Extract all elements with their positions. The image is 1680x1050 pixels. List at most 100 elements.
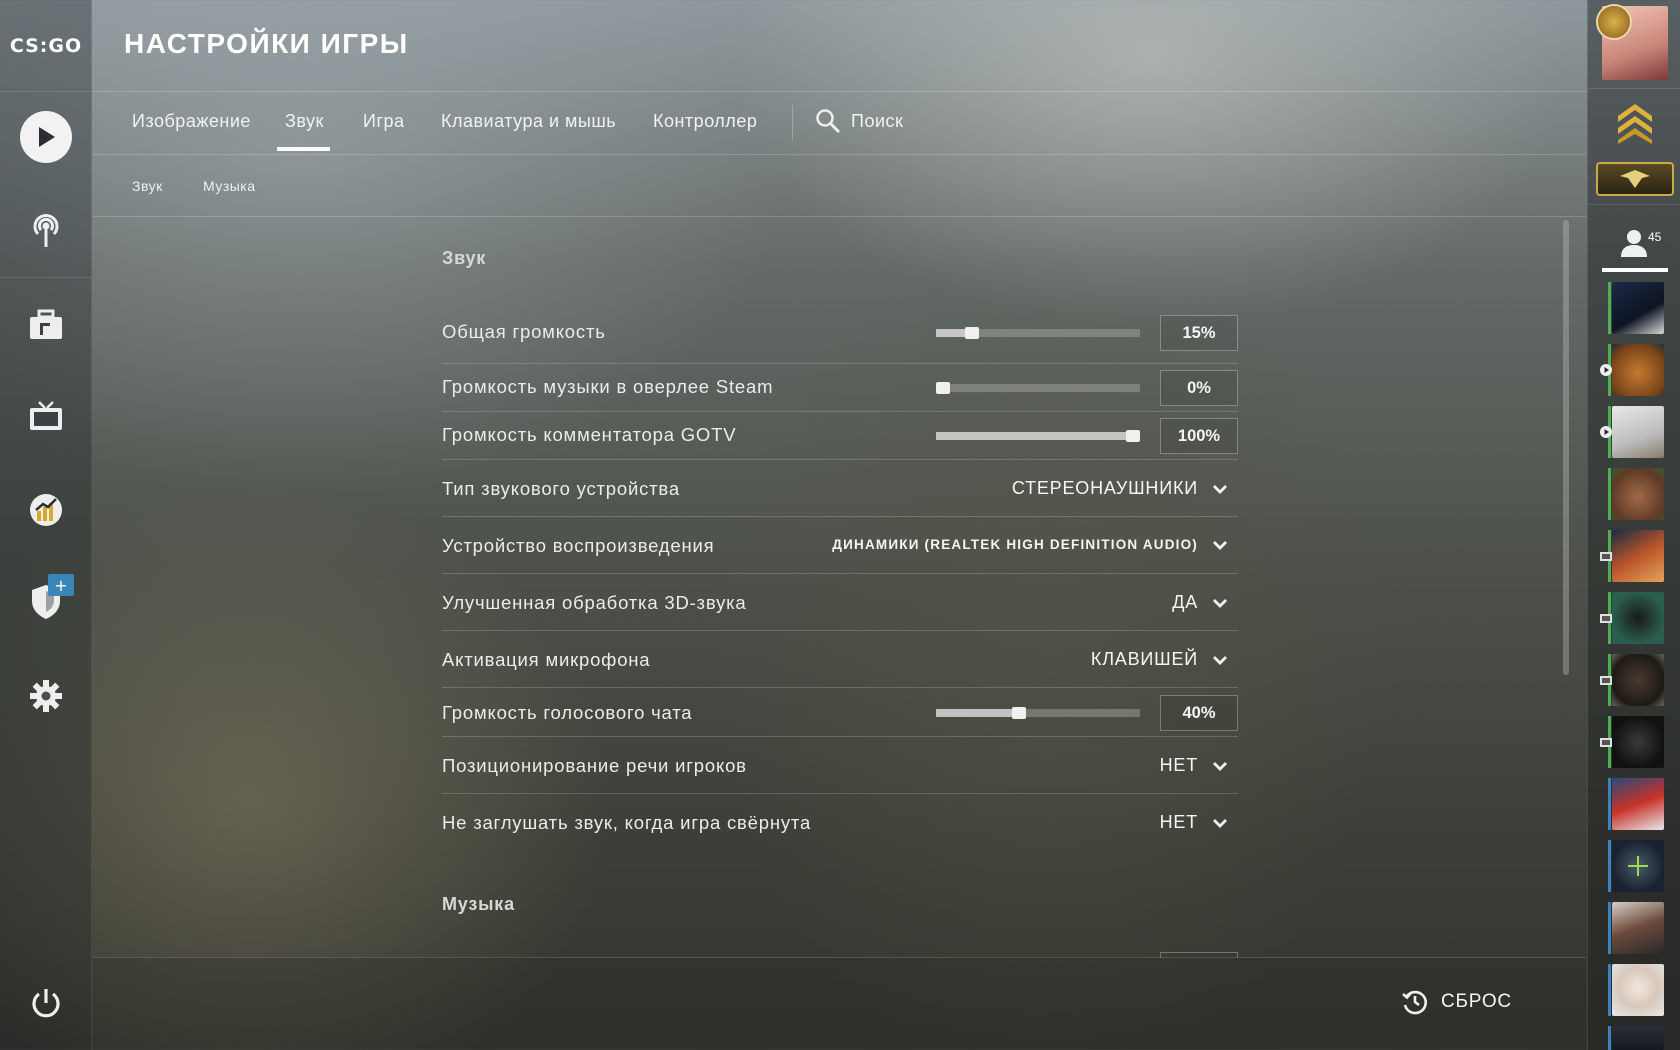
reset-button[interactable]: СБРОС [1401,988,1512,1016]
enhanced-3d-dropdown[interactable]: ДА [1172,592,1228,613]
row-label: Громкость музыки в оверлее Steam [442,376,774,397]
friend-avatar[interactable] [1608,468,1664,520]
medal-icon [1596,4,1632,40]
row-steam-music-volume: Громкость музыки в оверлее Steam 0% [442,364,1238,412]
chevron-down-icon [1213,655,1227,665]
friend-avatar[interactable] [1600,592,1664,644]
row-label: Общая громкость [442,321,606,342]
broadcast-icon [33,214,59,247]
watch-button[interactable] [0,377,92,457]
audio-device-type-dropdown[interactable]: СТЕРЕОНАУШНИКИ [1012,478,1228,499]
crosshair-icon [1628,856,1648,876]
row-label: Громкость голосового чата [442,702,693,723]
dropdown-value: ДА [1172,592,1198,612]
friend-avatar[interactable] [1608,902,1664,954]
chevron-down-icon [1213,484,1227,494]
steam-music-value[interactable]: 0% [1160,370,1238,406]
dropdown-value: СТЕРЕОНАУШНИКИ [1011,478,1198,498]
friends-icon [1621,230,1647,257]
voice-chat-value[interactable]: 40% [1160,695,1238,731]
stats-button[interactable] [0,470,92,550]
steam-music-slider[interactable] [936,382,1140,394]
friend-count: 45 [1648,230,1662,244]
dropdown-value: ДИНАМИКИ (REALTEK HIGH DEFINITION AUDIO) [832,537,1198,552]
row-label: Тип звукового устройства [442,478,680,499]
tab-controller[interactable]: Контроллер [653,111,757,132]
friend-avatar[interactable] [1600,530,1664,582]
row-unmute-minimized: Не заглушать звук, когда игра свёрнута Н… [442,794,1238,851]
row-mic-activation: Активация микрофона КЛАВИШЕЙ [442,631,1238,688]
friends-tab[interactable]: 45 [1602,220,1668,272]
friend-avatar[interactable] [1608,778,1664,830]
csgo-logo[interactable]: CS:GO [0,0,92,92]
subtab-music[interactable]: Музыка [203,178,256,194]
unmute-minimized-dropdown[interactable]: НЕТ [1160,812,1228,833]
slider-knob[interactable] [936,382,950,394]
dropdown-value: НЕТ [1159,812,1198,832]
playing-icon [1600,426,1612,438]
friend-avatar[interactable] [1608,964,1664,1016]
chevron-down-icon [1213,761,1227,771]
row-label: Улучшенная обработка 3D-звука [442,592,747,613]
playing-icon [1600,364,1612,376]
row-label: Не заглушать звук, когда игра свёрнута [442,812,812,833]
row-speech-positioning: Позиционирование речи игроков НЕТ [442,737,1238,794]
friend-avatar[interactable] [1600,344,1664,396]
section-title-music: Музыка [442,894,515,914]
settings-tabs: Изображение Звук Игра Клавиатура и мышь … [93,93,1586,155]
chevron-down-icon [1213,540,1227,550]
new-badge: + [48,574,74,596]
settings-button[interactable] [0,656,92,736]
briefcase-icon [30,309,62,339]
subtabs: Звук Музыка [93,156,1586,217]
play-button[interactable] [0,97,92,177]
row-voice-chat-volume: Громкость голосового чата 40% [442,688,1238,737]
speech-positioning-dropdown[interactable]: НЕТ [1160,755,1228,776]
stats-icon [30,494,62,526]
slider-knob[interactable] [965,327,979,339]
inventory-button[interactable] [0,285,92,365]
tv-icon [1600,676,1612,685]
shield-button[interactable] [0,562,92,642]
tv-icon [1600,614,1612,623]
friend-avatar[interactable] [1600,654,1664,706]
voice-chat-slider[interactable] [936,707,1140,719]
power-button[interactable] [0,963,92,1043]
friend-avatar[interactable] [1608,282,1664,334]
footer: СБРОС [93,957,1586,1050]
tab-image[interactable]: Изображение [132,111,251,132]
search-tab[interactable]: Поиск [815,108,903,134]
broadcast-button[interactable] [0,190,92,270]
friend-avatar[interactable] [1600,716,1664,768]
row-label: Устройство воспроизведения [442,535,715,556]
row-label: Активация микрофона [442,649,651,670]
section-title-sound: Звук [442,248,487,268]
mic-activation-dropdown[interactable]: КЛАВИШЕЙ [1091,649,1228,670]
scrollbar[interactable] [1563,220,1569,675]
friend-avatar[interactable] [1608,840,1664,892]
row-label: Громкость комментатора GOTV [442,424,737,445]
dropdown-value: КЛАВИШЕЙ [1090,649,1198,669]
gotv-volume-value[interactable]: 100% [1160,418,1238,454]
gotv-volume-slider[interactable] [936,430,1140,442]
tab-game[interactable]: Игра [363,111,405,132]
master-volume-slider[interactable] [936,327,1140,339]
master-volume-value[interactable]: 15% [1160,315,1238,351]
chevron-down-icon [1213,818,1227,828]
friend-avatar[interactable] [1608,1026,1664,1050]
friend-avatar[interactable] [1600,406,1664,458]
tab-keyboard-mouse[interactable]: Клавиатура и мышь [441,111,616,132]
playback-device-dropdown[interactable]: ДИНАМИКИ (REALTEK HIGH DEFINITION AUDIO) [832,537,1228,552]
history-icon [1402,990,1427,1015]
right-sidebar: 45 [1587,0,1680,1050]
header: НАСТРОЙКИ ИГРЫ [93,0,1586,92]
row-audio-device-type: Тип звукового устройства СТЕРЕОНАУШНИКИ [442,460,1238,517]
reset-label: СБРОС [1441,991,1512,1012]
row-master-volume: Общая громкость 15% [442,303,1238,364]
slider-knob[interactable] [1126,430,1140,442]
slider-knob[interactable] [1012,707,1026,719]
tab-sound[interactable]: Звук [277,111,330,151]
subtab-sound[interactable]: Звук [132,178,163,194]
row-playback-device: Устройство воспроизведения ДИНАМИКИ (REA… [442,517,1238,574]
gear-icon [30,680,62,712]
